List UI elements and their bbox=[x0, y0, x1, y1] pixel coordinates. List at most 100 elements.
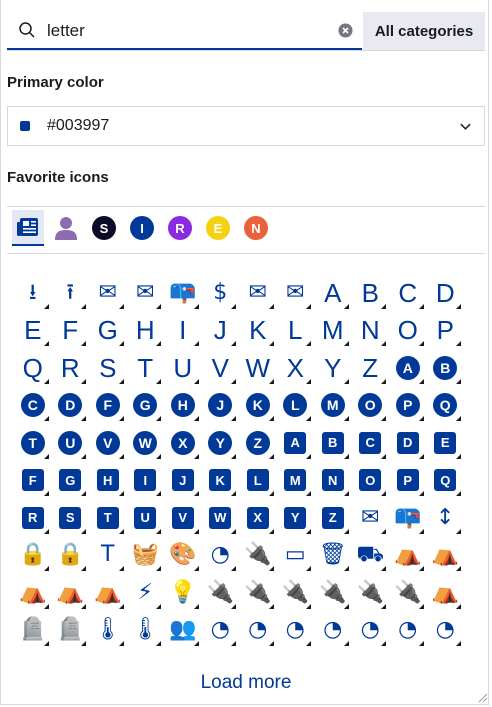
icon-cell[interactable]: 📪 bbox=[389, 499, 427, 537]
search-field[interactable] bbox=[7, 12, 362, 50]
icon-cell[interactable]: 🔌 bbox=[239, 574, 277, 612]
icon-cell[interactable]: X bbox=[277, 349, 315, 387]
icon-cell[interactable]: H bbox=[89, 462, 127, 500]
close-circle-icon[interactable] bbox=[338, 23, 353, 38]
icon-cell[interactable]: ◔ bbox=[202, 612, 240, 650]
icon-cell[interactable]: ⛺ bbox=[427, 574, 465, 612]
icon-cell[interactable]: N bbox=[352, 312, 390, 350]
icon-cell[interactable]: T bbox=[89, 499, 127, 537]
icon-cell[interactable]: I bbox=[127, 462, 165, 500]
icon-cell[interactable]: ✉ bbox=[89, 274, 127, 312]
icon-cell[interactable]: ◔ bbox=[427, 612, 465, 650]
icon-cell[interactable]: ↕ bbox=[427, 499, 465, 537]
icon-cell[interactable]: 🌡 bbox=[127, 612, 165, 650]
icon-cell[interactable]: ▭ bbox=[277, 537, 315, 575]
favorite-item[interactable]: I bbox=[126, 210, 158, 246]
icon-cell[interactable]: I bbox=[164, 312, 202, 350]
icon-cell[interactable]: 🔌 bbox=[277, 574, 315, 612]
icon-cell[interactable]: ✉ bbox=[352, 499, 390, 537]
icon-cell[interactable]: M bbox=[277, 462, 315, 500]
icon-cell[interactable]: E bbox=[427, 424, 465, 462]
icon-cell[interactable]: C bbox=[14, 387, 52, 425]
icon-cell[interactable]: ⛺ bbox=[14, 574, 52, 612]
icon-cell[interactable]: Y bbox=[202, 424, 240, 462]
icon-cell[interactable]: G bbox=[52, 462, 90, 500]
icon-cell[interactable]: F bbox=[89, 387, 127, 425]
icon-cell[interactable]: W bbox=[202, 499, 240, 537]
icon-cell[interactable]: P bbox=[427, 312, 465, 350]
icon-cell[interactable]: E bbox=[14, 312, 52, 350]
icon-cell[interactable]: B bbox=[352, 274, 390, 312]
icon-cell[interactable]: 🗑 bbox=[314, 537, 352, 575]
icon-cell[interactable]: 🔌 bbox=[352, 574, 390, 612]
icon-cell[interactable]: T bbox=[14, 424, 52, 462]
icon-cell[interactable]: F bbox=[14, 462, 52, 500]
icon-cell[interactable]: A bbox=[277, 424, 315, 462]
icon-cell[interactable]: H bbox=[127, 312, 165, 350]
icon-cell[interactable]: F bbox=[52, 312, 90, 350]
icon-cell[interactable]: L bbox=[239, 462, 277, 500]
icon-cell[interactable]: O bbox=[352, 462, 390, 500]
icon-cell[interactable]: ✉ bbox=[239, 274, 277, 312]
icon-cell[interactable]: ◔ bbox=[389, 612, 427, 650]
icon-cell[interactable]: A bbox=[389, 349, 427, 387]
icon-cell[interactable]: ◔ bbox=[239, 612, 277, 650]
icon-cell[interactable]: Q bbox=[427, 462, 465, 500]
icon-cell[interactable]: S bbox=[89, 349, 127, 387]
icon-cell[interactable]: U bbox=[52, 424, 90, 462]
icon-cell[interactable]: Z bbox=[239, 424, 277, 462]
icon-cell[interactable]: K bbox=[239, 312, 277, 350]
icon-cell[interactable]: 🔌 bbox=[389, 574, 427, 612]
icon-cell[interactable]: 👥 bbox=[164, 612, 202, 650]
icon-cell[interactable]: J bbox=[202, 312, 240, 350]
primary-color-select[interactable]: #003997 bbox=[7, 106, 485, 146]
icon-cell[interactable]: 📪 bbox=[164, 274, 202, 312]
icon-cell[interactable]: O bbox=[389, 312, 427, 350]
icon-cell[interactable]: T bbox=[127, 349, 165, 387]
icon-cell[interactable]: 🔌 bbox=[314, 574, 352, 612]
icon-cell[interactable]: J bbox=[202, 387, 240, 425]
icon-cell[interactable]: ⭳ bbox=[14, 274, 52, 312]
icon-cell[interactable]: R bbox=[14, 499, 52, 537]
icon-cell[interactable]: W bbox=[239, 349, 277, 387]
icon-cell[interactable]: ⛺ bbox=[389, 537, 427, 575]
icon-cell[interactable]: 🔒 bbox=[52, 537, 90, 575]
icon-cell[interactable]: M bbox=[314, 387, 352, 425]
icon-cell[interactable]: 🪦 bbox=[52, 612, 90, 650]
icon-cell[interactable]: N bbox=[314, 462, 352, 500]
icon-cell[interactable]: Y bbox=[277, 499, 315, 537]
icon-cell[interactable]: $ bbox=[202, 274, 240, 312]
search-input[interactable] bbox=[47, 18, 297, 44]
icon-cell[interactable]: 🪦 bbox=[14, 612, 52, 650]
icon-cell[interactable]: D bbox=[389, 424, 427, 462]
favorite-item[interactable]: E bbox=[202, 210, 234, 246]
icon-cell[interactable]: ⛺ bbox=[52, 574, 90, 612]
icon-cell[interactable]: X bbox=[239, 499, 277, 537]
favorite-item[interactable]: S bbox=[88, 210, 120, 246]
icon-cell[interactable]: ⭱ bbox=[52, 274, 90, 312]
icon-cell[interactable]: G bbox=[127, 387, 165, 425]
icon-cell[interactable]: ◔ bbox=[202, 537, 240, 575]
icon-cell[interactable]: ⛺ bbox=[89, 574, 127, 612]
icon-cell[interactable]: ⛺ bbox=[427, 537, 465, 575]
favorite-item[interactable] bbox=[12, 210, 44, 246]
icon-cell[interactable]: ⛟ bbox=[352, 537, 390, 575]
icon-cell[interactable]: T bbox=[89, 537, 127, 575]
icon-cell[interactable]: ◔ bbox=[352, 612, 390, 650]
icon-cell[interactable]: V bbox=[164, 499, 202, 537]
icon-cell[interactable]: D bbox=[52, 387, 90, 425]
icon-cell[interactable]: 🌡 bbox=[89, 612, 127, 650]
icon-cell[interactable]: C bbox=[352, 424, 390, 462]
resize-handle-icon[interactable] bbox=[478, 693, 488, 703]
icon-cell[interactable]: W bbox=[127, 424, 165, 462]
icon-cell[interactable]: M bbox=[314, 312, 352, 350]
icon-cell[interactable]: 💡 bbox=[164, 574, 202, 612]
icon-cell[interactable]: 🧺 bbox=[127, 537, 165, 575]
icon-cell[interactable]: 🔌 bbox=[202, 574, 240, 612]
icon-cell[interactable]: S bbox=[52, 499, 90, 537]
icon-cell[interactable]: 🔌 bbox=[239, 537, 277, 575]
icon-cell[interactable]: ◔ bbox=[277, 612, 315, 650]
icon-cell[interactable]: L bbox=[277, 312, 315, 350]
favorite-item[interactable]: R bbox=[164, 210, 196, 246]
icon-cell[interactable]: ◔ bbox=[314, 612, 352, 650]
